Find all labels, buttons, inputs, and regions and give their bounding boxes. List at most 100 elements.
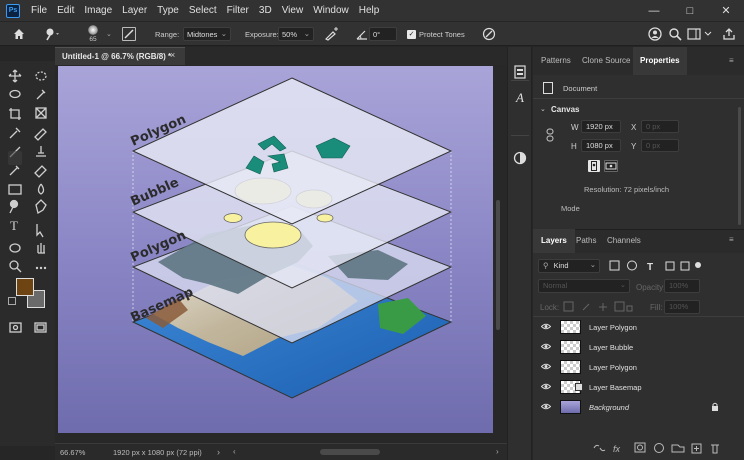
eye-icon[interactable] (541, 363, 551, 370)
x-label: X (631, 123, 637, 132)
share-icon[interactable] (722, 27, 736, 41)
panel-menu-icon[interactable]: ≡ (729, 235, 734, 244)
layer-row[interactable]: Layer Basemap (533, 377, 744, 397)
close-icon[interactable]: ✕ (708, 0, 744, 21)
eye-icon[interactable] (541, 383, 551, 390)
svg-text:T: T (647, 262, 653, 272)
zoom-level[interactable]: 66.67% (60, 448, 85, 457)
dodge-tool-preset-icon[interactable] (44, 27, 60, 41)
menu-image[interactable]: Image (79, 0, 117, 21)
landscape-orientation-icon[interactable] (604, 160, 618, 172)
menu-edit[interactable]: Edit (52, 0, 79, 21)
blend-mode-select[interactable]: Normal ⌄ (538, 279, 630, 293)
tab-channels[interactable]: Channels (607, 229, 641, 253)
vertical-scrollbar-thumb[interactable] (496, 200, 500, 330)
document-icon (543, 82, 553, 94)
fill-field[interactable]: 100% (664, 300, 700, 314)
account-icon[interactable] (648, 27, 662, 41)
tab-layers[interactable]: Layers (533, 229, 575, 253)
link-layers-icon (593, 444, 606, 452)
tools-panel: T (0, 61, 55, 446)
exposure-label: Exposure: (245, 30, 279, 39)
layer-row[interactable]: Layer Polygon (533, 317, 744, 337)
angle-field[interactable]: 0° (369, 27, 397, 41)
tab-patterns[interactable]: Patterns (541, 47, 571, 75)
menu-help[interactable]: Help (354, 0, 385, 21)
airbrush-icon[interactable] (324, 27, 340, 41)
eye-icon[interactable] (541, 343, 551, 350)
lock-icons[interactable] (563, 301, 633, 313)
photoshop-logo[interactable]: Ps (6, 3, 20, 18)
opacity-field[interactable]: 100% (664, 279, 700, 293)
layer-row[interactable]: Layer Polygon (533, 357, 744, 377)
horizontal-scrollbar-thumb[interactable] (320, 449, 380, 455)
layer-filter-select[interactable]: ⚲ Kind ⌄ (538, 259, 600, 273)
search-icon[interactable] (668, 27, 682, 41)
soft-brush-icon (88, 25, 98, 35)
eye-icon[interactable] (541, 403, 551, 410)
menu-filter[interactable]: Filter (222, 0, 254, 21)
eye-icon[interactable] (541, 323, 551, 330)
scroll-right-icon[interactable]: › (496, 447, 499, 456)
brightness-icon[interactable] (513, 151, 527, 165)
foreground-color-swatch[interactable] (16, 278, 34, 296)
menu-type[interactable]: Type (152, 0, 184, 21)
right-panel: Patterns Clone Source Properties ≡ Docum… (533, 47, 744, 460)
menu-3d[interactable]: 3D (254, 0, 277, 21)
chevron-down-icon[interactable]: ⌄ (106, 30, 112, 38)
adjustments-icon[interactable] (513, 65, 527, 79)
options-bar: 65 ⌄ Range: Midtones ⌄ Exposure: 50% ⌄ 0… (0, 21, 744, 46)
height-field[interactable]: 1080 px (581, 139, 621, 152)
document-info[interactable]: 1920 px x 1080 px (72 ppi) (113, 448, 202, 457)
bubble-small-left (223, 213, 243, 223)
chevron-down-icon[interactable]: ⌄ (540, 105, 546, 113)
character-panel-icon[interactable]: A (513, 91, 527, 105)
menu-file[interactable]: File (26, 0, 52, 21)
minimize-icon[interactable]: — (636, 0, 672, 21)
tab-clone-source[interactable]: Clone Source (582, 47, 630, 75)
panel-menu-icon[interactable]: ≡ (729, 56, 734, 65)
range-value: Midtones (187, 30, 218, 39)
layer-thumbnail (560, 320, 581, 334)
chevron-right-icon[interactable]: › (217, 447, 220, 457)
width-field[interactable]: 1920 px (581, 120, 621, 133)
menu-layer[interactable]: Layer (117, 0, 152, 21)
brush-preset-picker[interactable]: 65 (84, 25, 102, 45)
smart-object-icon (575, 383, 583, 391)
blend-mode-value: Normal (543, 281, 568, 290)
layer-row[interactable]: Background (533, 397, 744, 417)
close-tab-icon[interactable]: × (170, 50, 175, 60)
properties-scrollbar[interactable] (738, 107, 741, 225)
workspace-switcher[interactable] (687, 27, 713, 41)
scroll-left-icon[interactable]: ‹ (233, 447, 236, 456)
y-field[interactable]: 0 px (641, 139, 679, 152)
tab-paths[interactable]: Paths (576, 229, 596, 253)
link-icon[interactable] (546, 128, 554, 142)
layer-row[interactable]: Layer Bubble (533, 337, 744, 357)
menu-window[interactable]: Window (308, 0, 354, 21)
pressure-size-icon[interactable] (482, 27, 496, 41)
home-icon[interactable] (12, 27, 26, 41)
protect-tones-checkbox[interactable]: ✓ (407, 30, 416, 39)
y-label: Y (631, 142, 637, 151)
maximize-icon[interactable]: □ (672, 0, 708, 21)
layer-name: Layer Bubble (589, 343, 634, 352)
menu-view[interactable]: View (277, 0, 309, 21)
document-tab[interactable]: Untitled-1 @ 66.7% (RGB/8) * (55, 47, 185, 65)
range-select[interactable]: Midtones ⌄ (183, 27, 231, 41)
layers-bottom-toolbar[interactable]: fx (593, 442, 743, 454)
protect-tones-label: Protect Tones (419, 30, 465, 39)
x-field[interactable]: 0 px (641, 120, 679, 133)
layer-name: Layer Basemap (589, 383, 642, 392)
portrait-orientation-icon[interactable] (588, 160, 600, 172)
document-canvas[interactable]: Polygon Bubble Polygon Basemap (58, 66, 493, 433)
layer-filter-icons[interactable]: T (609, 260, 704, 272)
lock-icon (712, 402, 718, 411)
brush-settings-icon[interactable] (122, 27, 136, 41)
menu-select[interactable]: Select (184, 0, 222, 21)
tab-properties[interactable]: Properties (633, 47, 687, 75)
exposure-field[interactable]: 50% ⌄ (278, 27, 314, 41)
chevron-down-icon: ⌄ (619, 280, 626, 289)
chevron-down-icon: ⌄ (303, 29, 310, 38)
width-label: W (571, 123, 579, 132)
